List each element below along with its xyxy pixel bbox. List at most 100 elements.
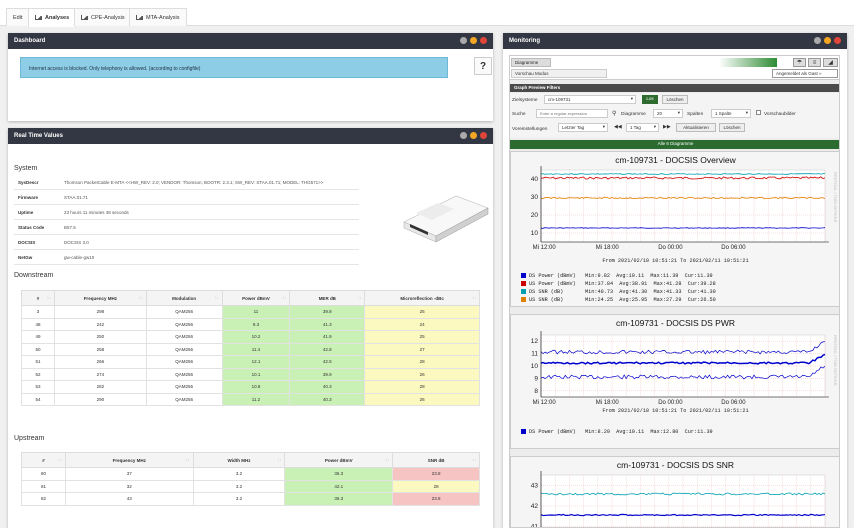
sort-icon[interactable]: ↑↓ (139, 295, 143, 300)
ds-column-header[interactable]: Modulation ↑↓ (145, 290, 223, 306)
upstream-heading: Upstream (14, 435, 45, 442)
system-heading: System (14, 165, 38, 172)
table-cell: 54 (21, 392, 55, 406)
dashboard-panel: Dashboard Internet access is blocked. On… (8, 33, 493, 121)
search-input[interactable] (536, 109, 608, 118)
go-button[interactable]: Los (642, 95, 658, 104)
x-tick-label: Do 06:00 (721, 400, 746, 406)
table-cell: 24 (364, 317, 480, 331)
graph-view-icon[interactable]: ◢ (823, 58, 838, 67)
search-icon: ⚲ (612, 111, 617, 117)
table-cell: 42.1 (284, 479, 394, 493)
sort-icon[interactable]: ↑↓ (472, 295, 476, 300)
graph-ds-snr[interactable]: cm-109731 - DOCSIS DS SNR 43 42 41 (510, 456, 839, 527)
minimize-icon[interactable] (460, 37, 467, 44)
table-row: 53 282 QAM256 10.8 40.3 28 (21, 380, 480, 394)
thumbnails-checkbox[interactable] (756, 110, 761, 115)
close-icon[interactable] (480, 37, 487, 44)
table-cell: 80 (21, 467, 66, 481)
columns-select[interactable]: 1 Spalte ▾ (711, 109, 751, 118)
clear-button[interactable]: Löschen (662, 95, 688, 104)
sort-icon[interactable]: ↑↓ (215, 295, 219, 300)
y-tick-label: 10 (531, 363, 539, 370)
ds-column-header[interactable]: # ↑↓ (21, 290, 55, 306)
sort-icon[interactable]: ↑↓ (186, 457, 190, 462)
clear-button[interactable]: Löschen (719, 123, 745, 132)
close-icon[interactable] (480, 132, 487, 139)
collapse-icon[interactable] (470, 37, 477, 44)
table-row: 54 290 QAM256 11.2 40.3 26 (21, 392, 480, 406)
legend-item: DS Power (dBmV) Min:9.82 Avg:10.11 Max:1… (521, 273, 713, 279)
legend-swatch (521, 273, 526, 278)
table-cell: 258 (53, 342, 147, 356)
shift-select[interactable]: 1 Tag ▾ (626, 123, 659, 132)
graph-range: From 2021/02/10 10:51:21 To 2021/02/11 1… (602, 408, 749, 414)
preview-mode-tab[interactable]: Vorschau Modus (511, 69, 607, 78)
monitoring-panel: Monitoring Diagramme ☂ ≡ ◢ Vorschau Modu… (503, 33, 847, 528)
ds-column-header[interactable]: Power dBmV ↑↓ (221, 290, 291, 306)
graph-overview[interactable]: cm-109731 - DOCSIS Overview RRDTOOL / TO… (510, 151, 839, 307)
settings-icon[interactable]: ☂ (793, 58, 806, 67)
table-cell: QAM256 (145, 317, 223, 331)
y-tick-label: 30 (531, 194, 539, 201)
table-cell: 9.3 (221, 317, 291, 331)
y-tick-label: 42 (531, 503, 539, 510)
ds-column-header[interactable]: Microreflection -dBc ↑↓ (364, 290, 480, 306)
graph-ds-power[interactable]: cm-109731 - DOCSIS DS PWR RRDTOOL / TOBI… (510, 314, 839, 449)
table-cell: 37 (64, 467, 194, 481)
table-cell: 28 (392, 479, 480, 493)
sort-icon[interactable]: ↑↓ (47, 295, 51, 300)
logged-in-label[interactable]: Angemeldet als Gast » (772, 69, 838, 78)
graphs-per-page-select[interactable]: 20 ▾ (653, 109, 683, 118)
us-column-header[interactable]: Width MHz ↑↓ (192, 452, 286, 468)
table-cell: 53 (21, 380, 55, 394)
collapse-icon[interactable] (470, 132, 477, 139)
us-column-header[interactable]: Frequency MHz ↑↓ (64, 452, 194, 468)
legend-item: US SNR (dB) Min:24.25 Avg:25.95 Max:27.2… (521, 297, 716, 303)
table-cell: 23.8 (392, 467, 480, 481)
blocked-alert: Internet access is blocked. Only telepho… (20, 57, 448, 78)
help-button[interactable]: ? (474, 57, 492, 75)
sort-icon[interactable]: ↑↓ (385, 457, 389, 462)
legend-swatch (521, 429, 526, 434)
list-view-icon[interactable]: ≡ (808, 58, 821, 67)
tab-cpe-analysis[interactable]: CPE-Analysis (74, 8, 132, 26)
table-cell: 52 (21, 367, 55, 381)
system-row: SysDescr Thomson PacketCable E-MTA <<HW_R… (14, 175, 359, 190)
downstream-heading: Downstream (14, 272, 54, 279)
tab-diagramme[interactable]: Diagramme (511, 58, 551, 67)
y-tick-label: 8 (534, 388, 538, 395)
sort-icon[interactable]: ↑↓ (472, 457, 476, 462)
table-row: 50 258 QAM256 11.4 42.8 27 (21, 342, 480, 356)
us-column-header[interactable]: SNR dB ↑↓ (392, 452, 480, 468)
y-tick-label: 11 (531, 351, 538, 358)
table-row: 52 274 QAM256 10.1 39.9 26 (21, 367, 480, 381)
sort-icon[interactable]: ↑↓ (357, 295, 361, 300)
y-tick-label: 43 (531, 482, 539, 489)
minimize-icon[interactable] (814, 37, 821, 44)
ds-column-header[interactable]: MER dB ↑↓ (289, 290, 366, 306)
table-cell: 274 (53, 367, 147, 381)
forward-icon[interactable]: ▶▶ (663, 124, 671, 130)
collapse-icon[interactable] (824, 37, 831, 44)
close-icon[interactable] (834, 37, 841, 44)
sort-icon[interactable]: ↑↓ (58, 457, 62, 462)
us-column-header[interactable]: Power dBmV ↑↓ (284, 452, 394, 468)
ds-column-header[interactable]: Frequency MHz ↑↓ (53, 290, 147, 306)
modem-image (403, 195, 489, 243)
table-cell: 3.2 (192, 492, 286, 506)
table-cell: 3.2 (192, 479, 286, 493)
minimize-icon[interactable] (460, 132, 467, 139)
timespan-preset-select[interactable]: Letzter Tag ▾ (558, 123, 608, 132)
sort-icon[interactable]: ↑↓ (277, 457, 281, 462)
tab-analyses[interactable]: Analyses (28, 8, 77, 27)
target-select[interactable]: cm-109731 ▾ (544, 95, 636, 104)
legend-swatch (521, 297, 526, 302)
sort-icon[interactable]: ↑↓ (282, 295, 286, 300)
table-cell: 242 (53, 317, 147, 331)
rewind-icon[interactable]: ◀◀ (614, 124, 622, 130)
refresh-button[interactable]: Aktualisieren (676, 123, 716, 132)
tab-mta-analysis[interactable]: MTA-Analysis (129, 8, 187, 26)
us-column-header[interactable]: # ↑↓ (21, 452, 66, 468)
tab-edit[interactable]: Edit (6, 8, 30, 26)
